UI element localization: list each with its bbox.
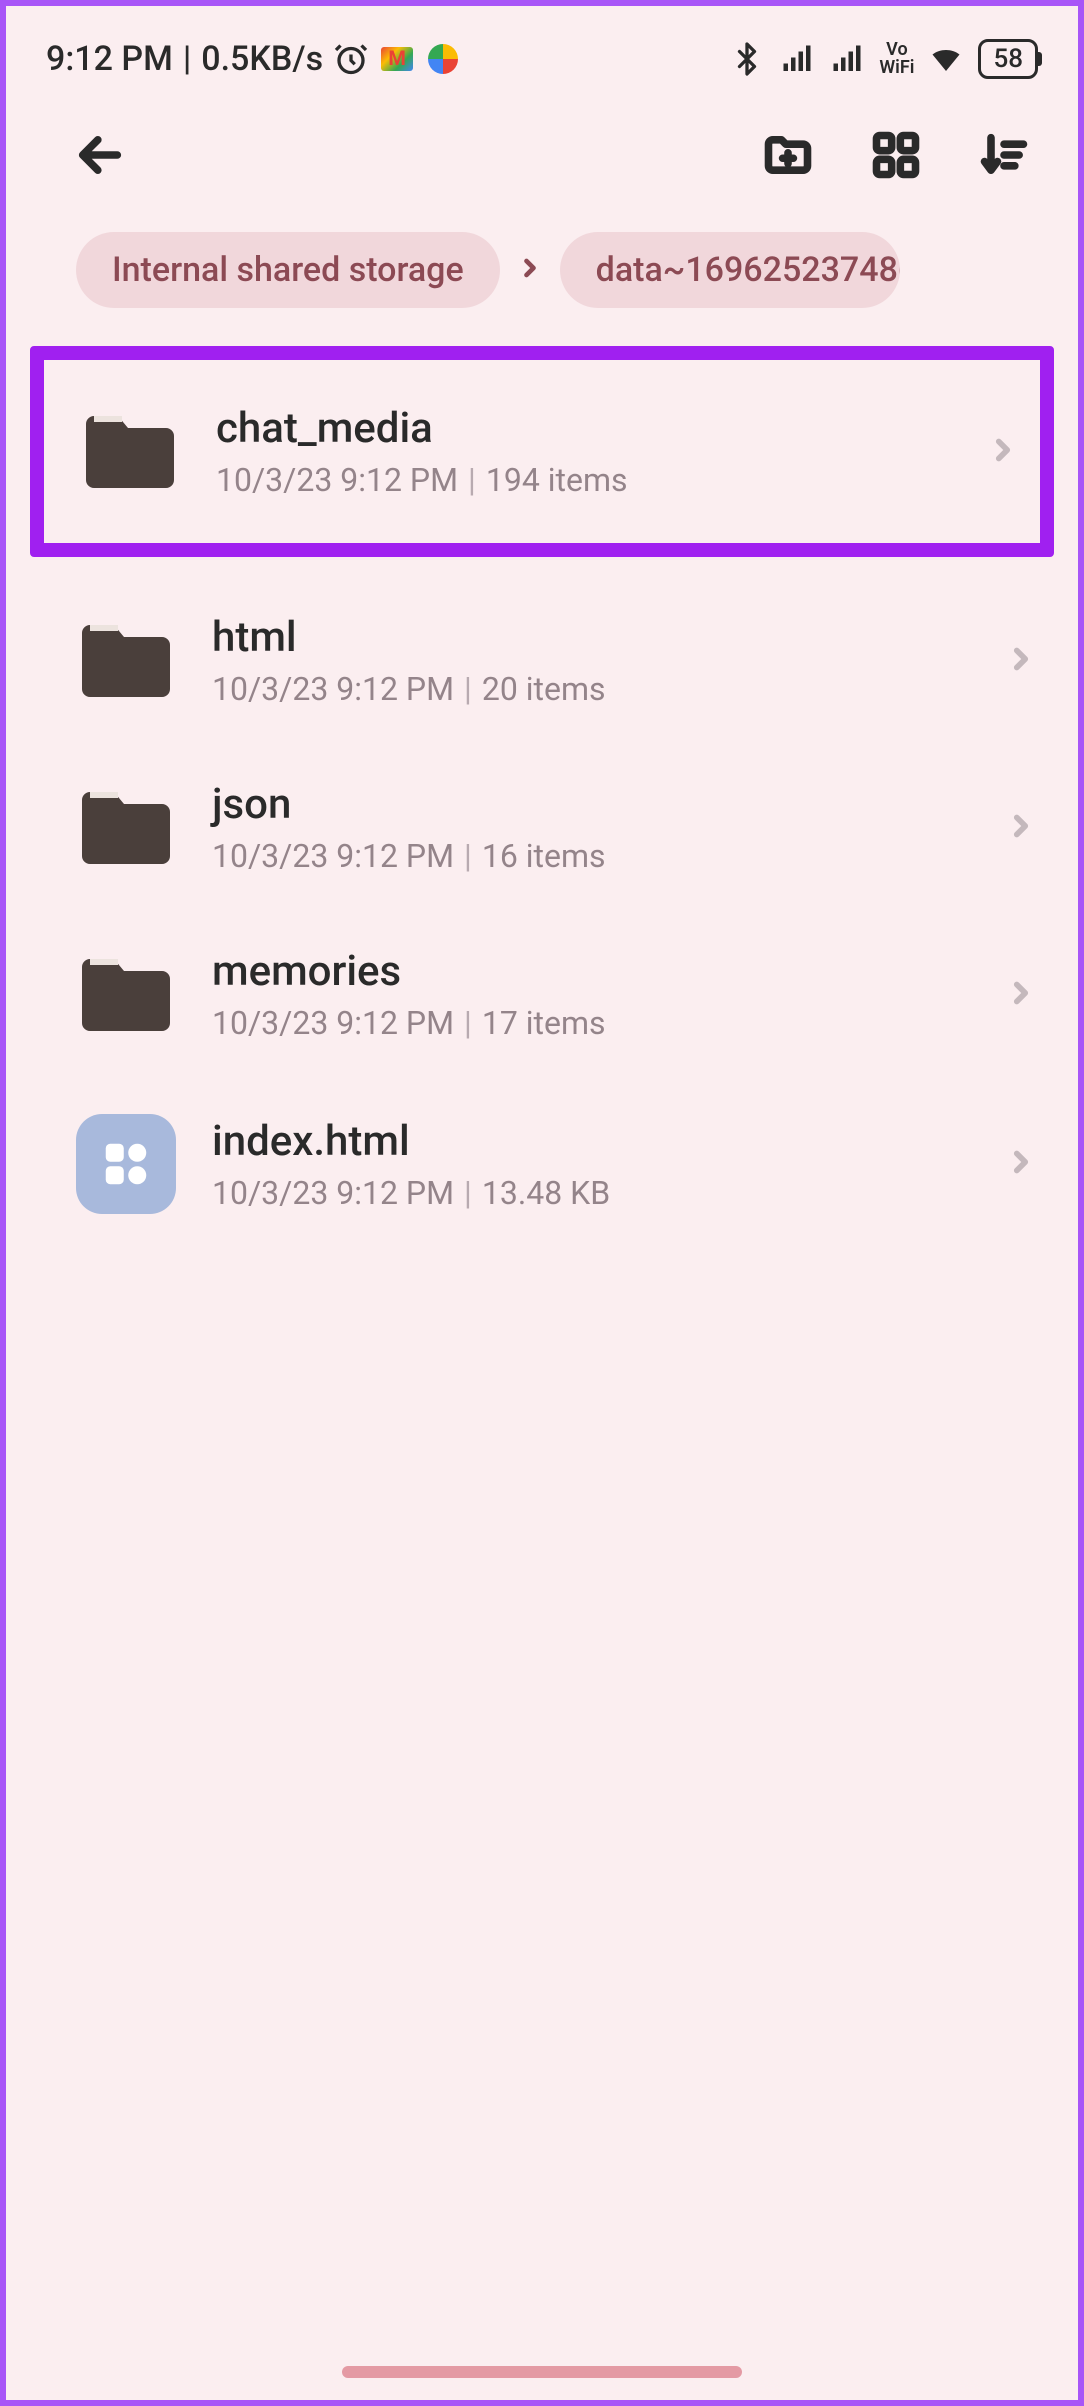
vowifi-icon: VoWiFi — [879, 41, 914, 77]
status-time: 9:12 PM — [46, 39, 173, 79]
folder-row-chat-media[interactable]: chat_media 10/3/23 9:12 PM|194 items — [30, 346, 1054, 557]
file-name: json — [212, 780, 968, 829]
file-list: chat_media 10/3/23 9:12 PM|194 items htm… — [6, 326, 1078, 1250]
file-meta: 10/3/23 9:12 PM|20 items — [212, 670, 968, 708]
file-text: html 10/3/23 9:12 PM|20 items — [212, 613, 968, 708]
file-meta: 10/3/23 9:12 PM|17 items — [212, 1004, 968, 1042]
folder-row-json[interactable]: json 10/3/23 9:12 PM|16 items — [6, 744, 1078, 911]
file-row-index-html[interactable]: index.html 10/3/23 9:12 PM|13.48 KB — [6, 1078, 1078, 1250]
file-meta: 10/3/23 9:12 PM|16 items — [212, 837, 968, 875]
chevron-right-icon — [1004, 642, 1038, 680]
breadcrumb-current[interactable]: data~1696252374862 — [560, 232, 900, 308]
file-text: memories 10/3/23 9:12 PM|17 items — [212, 947, 968, 1042]
back-button[interactable] — [66, 121, 134, 189]
folder-icon — [76, 618, 176, 704]
file-name: chat_media — [216, 404, 950, 453]
breadcrumb-root[interactable]: Internal shared storage — [76, 232, 500, 308]
alarm-icon — [333, 41, 369, 77]
folder-icon — [76, 952, 176, 1038]
chevron-right-icon — [986, 433, 1020, 471]
folder-icon — [76, 785, 176, 871]
gmail-icon — [379, 41, 415, 77]
chevron-right-icon — [1004, 976, 1038, 1014]
status-left: 9:12 PM | 0.5KB/s — [46, 39, 461, 79]
file-text: json 10/3/23 9:12 PM|16 items — [212, 780, 968, 875]
status-net-speed: 0.5KB/s — [201, 39, 323, 79]
chevron-right-icon — [516, 254, 544, 286]
folder-row-html[interactable]: html 10/3/23 9:12 PM|20 items — [6, 577, 1078, 744]
new-folder-button[interactable] — [754, 121, 822, 189]
status-separator: | — [183, 39, 191, 79]
breadcrumb: Internal shared storage data~16962523748… — [6, 214, 1078, 326]
signal-1-icon — [779, 41, 815, 77]
file-meta: 10/3/23 9:12 PM|13.48 KB — [212, 1174, 968, 1212]
battery-indicator: 58 — [978, 39, 1038, 79]
sort-button[interactable] — [970, 121, 1038, 189]
google-photos-icon — [425, 41, 461, 77]
signal-2-icon — [829, 41, 865, 77]
file-name: memories — [212, 947, 968, 996]
folder-row-memories[interactable]: memories 10/3/23 9:12 PM|17 items — [6, 911, 1078, 1078]
file-name: index.html — [212, 1117, 968, 1166]
folder-icon — [80, 409, 180, 495]
file-text: index.html 10/3/23 9:12 PM|13.48 KB — [212, 1117, 968, 1212]
file-text: chat_media 10/3/23 9:12 PM|194 items — [216, 404, 950, 499]
app-bar — [6, 96, 1078, 214]
status-right: VoWiFi 58 — [729, 39, 1038, 79]
file-name: html — [212, 613, 968, 662]
view-grid-button[interactable] — [862, 121, 930, 189]
file-meta: 10/3/23 9:12 PM|194 items — [216, 461, 950, 499]
chevron-right-icon — [1004, 1145, 1038, 1183]
bluetooth-icon — [729, 41, 765, 77]
gesture-bar[interactable] — [342, 2366, 742, 2378]
wifi-icon — [928, 41, 964, 77]
status-bar: 9:12 PM | 0.5KB/s VoWiFi 58 — [6, 6, 1078, 96]
chevron-right-icon — [1004, 809, 1038, 847]
html-file-icon — [76, 1114, 176, 1214]
